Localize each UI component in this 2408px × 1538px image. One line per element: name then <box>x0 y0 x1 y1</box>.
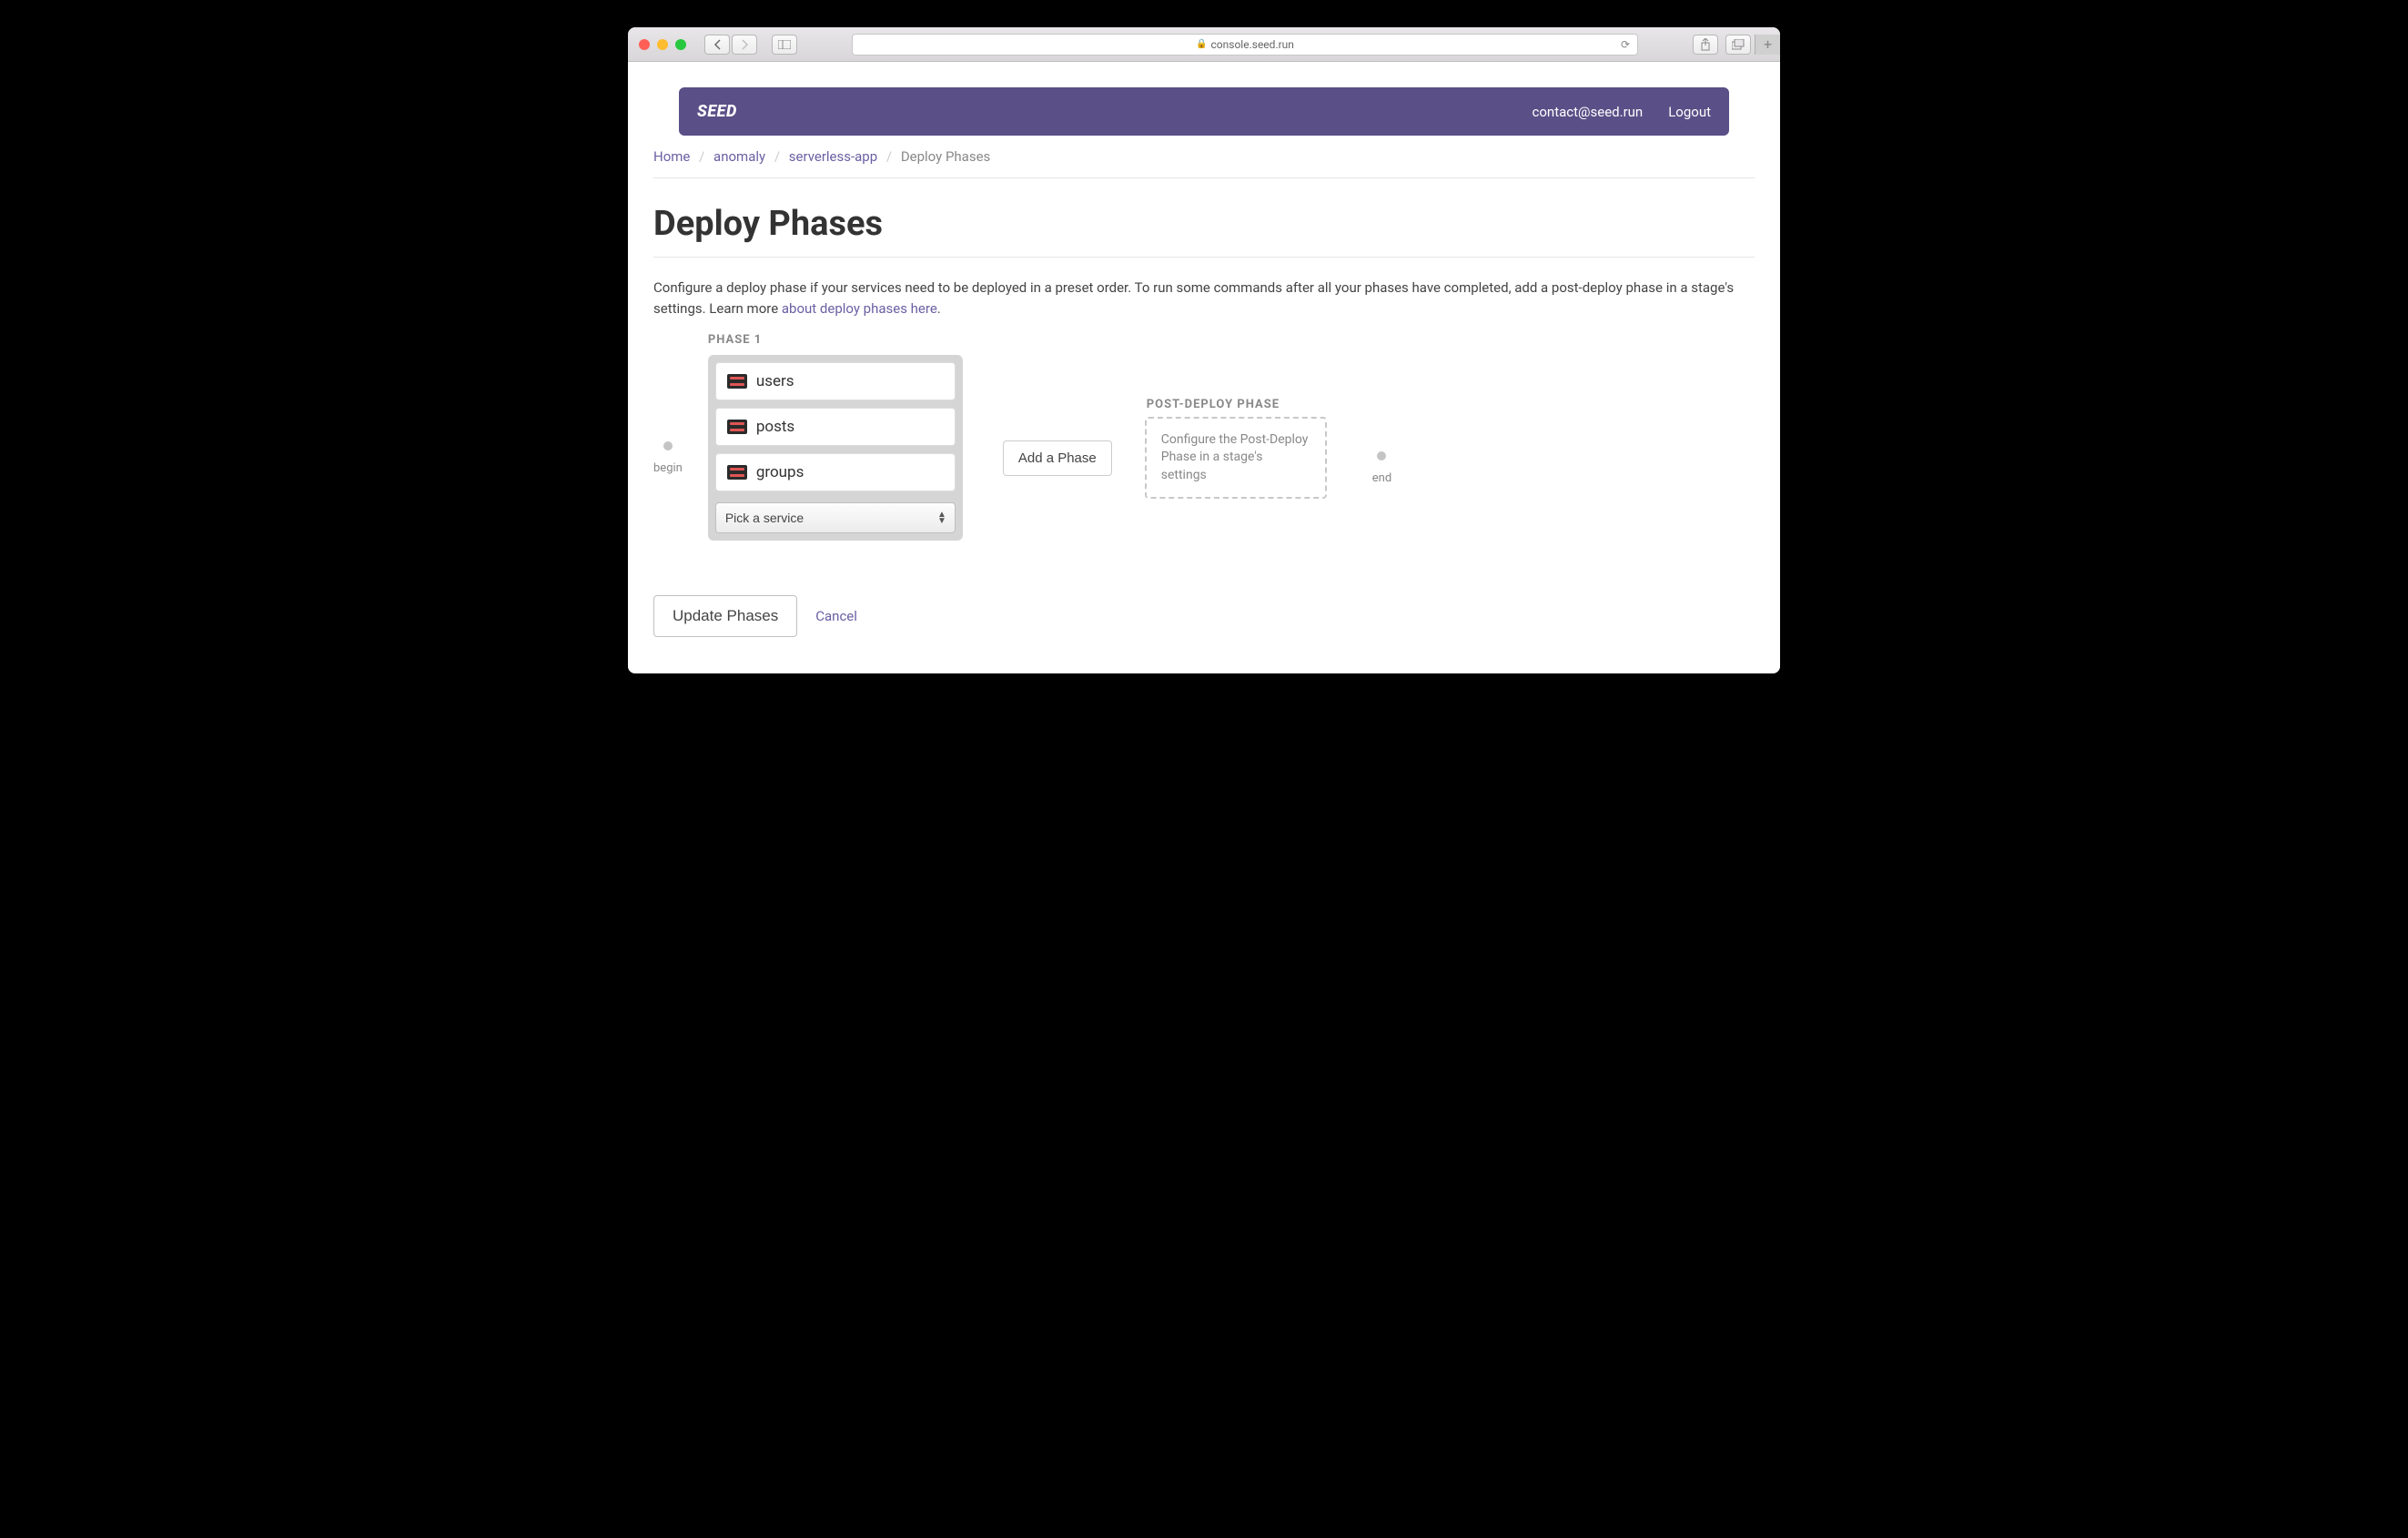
window-minimize-icon[interactable] <box>657 39 668 50</box>
page-description: Configure a deploy phase if your service… <box>653 258 1755 319</box>
begin-dot-icon <box>663 441 673 450</box>
service-item-groups[interactable]: groups <box>715 453 956 491</box>
post-deploy-box: POST-DEPLOY PHASE Configure the Post-Dep… <box>1145 417 1327 500</box>
share-button[interactable] <box>1693 35 1718 55</box>
end-marker: end <box>1372 431 1391 485</box>
begin-marker: begin <box>653 421 683 475</box>
service-item-posts[interactable]: posts <box>715 408 956 446</box>
breadcrumb-app[interactable]: serverless-app <box>789 148 877 165</box>
breadcrumb: Home / anomaly / serverless-app / Deploy… <box>653 136 1755 178</box>
breadcrumb-separator: / <box>886 148 892 165</box>
app-nav-bar: SEED contact@seed.run Logout <box>679 87 1729 136</box>
actions: Update Phases Cancel <box>653 595 1755 637</box>
service-select[interactable]: Pick a service <box>715 502 956 533</box>
phase-box: PHASE 1 users posts groups <box>708 355 963 541</box>
url-text: console.seed.run <box>1211 38 1294 51</box>
phase-header: PHASE 1 <box>708 333 762 347</box>
breadcrumb-org[interactable]: anomaly <box>713 148 765 165</box>
breadcrumb-home[interactable]: Home <box>653 148 690 165</box>
browser-chrome: 🔒 console.seed.run ⟳ + <box>628 27 1780 62</box>
add-phase-button[interactable]: Add a Phase <box>1003 440 1112 476</box>
page-title: Deploy Phases <box>653 178 1755 258</box>
learn-more-link[interactable]: about deploy phases here <box>782 300 937 317</box>
post-deploy-header: POST-DEPLOY PHASE <box>1147 397 1280 413</box>
browser-window: 🔒 console.seed.run ⟳ + SEED contact@seed… <box>628 27 1780 673</box>
service-name: users <box>756 372 794 390</box>
breadcrumb-separator: / <box>699 148 704 165</box>
service-icon <box>727 420 747 434</box>
forward-button[interactable] <box>732 35 757 55</box>
browser-right-buttons <box>1693 35 1751 55</box>
lock-icon: 🔒 <box>1196 39 1207 49</box>
nav-right: contact@seed.run Logout <box>1533 104 1711 120</box>
begin-label: begin <box>653 461 683 475</box>
sidebar-toggle-button[interactable] <box>772 35 797 55</box>
breadcrumb-separator: / <box>774 148 780 165</box>
address-bar[interactable]: 🔒 console.seed.run ⟳ <box>852 34 1638 56</box>
new-tab-button[interactable]: + <box>1755 35 1780 55</box>
phases-editor: begin PHASE 1 users posts groups <box>653 319 1755 595</box>
nav-buttons <box>704 35 757 55</box>
page-content: SEED contact@seed.run Logout Home / anom… <box>628 62 1780 673</box>
cancel-link[interactable]: Cancel <box>815 608 857 624</box>
window-maximize-icon[interactable] <box>675 39 686 50</box>
breadcrumb-current: Deploy Phases <box>901 148 990 165</box>
reload-icon[interactable]: ⟳ <box>1621 38 1630 51</box>
back-button[interactable] <box>704 35 730 55</box>
service-select-wrapper: Pick a service ▲▼ <box>715 502 956 533</box>
contact-email-link[interactable]: contact@seed.run <box>1533 104 1644 120</box>
window-close-icon[interactable] <box>639 39 650 50</box>
service-item-users[interactable]: users <box>715 362 956 400</box>
update-phases-button[interactable]: Update Phases <box>653 595 797 637</box>
service-icon <box>727 465 747 480</box>
service-name: groups <box>756 463 804 481</box>
end-label: end <box>1372 471 1391 485</box>
service-icon <box>727 374 747 389</box>
traffic-lights <box>639 39 686 50</box>
logo[interactable]: SEED <box>697 102 737 121</box>
end-dot-icon <box>1377 451 1386 460</box>
post-deploy-text: Configure the Post-Deploy Phase in a sta… <box>1161 432 1309 482</box>
tabs-button[interactable] <box>1725 35 1751 55</box>
service-name: posts <box>756 418 794 436</box>
logout-link[interactable]: Logout <box>1668 104 1711 120</box>
